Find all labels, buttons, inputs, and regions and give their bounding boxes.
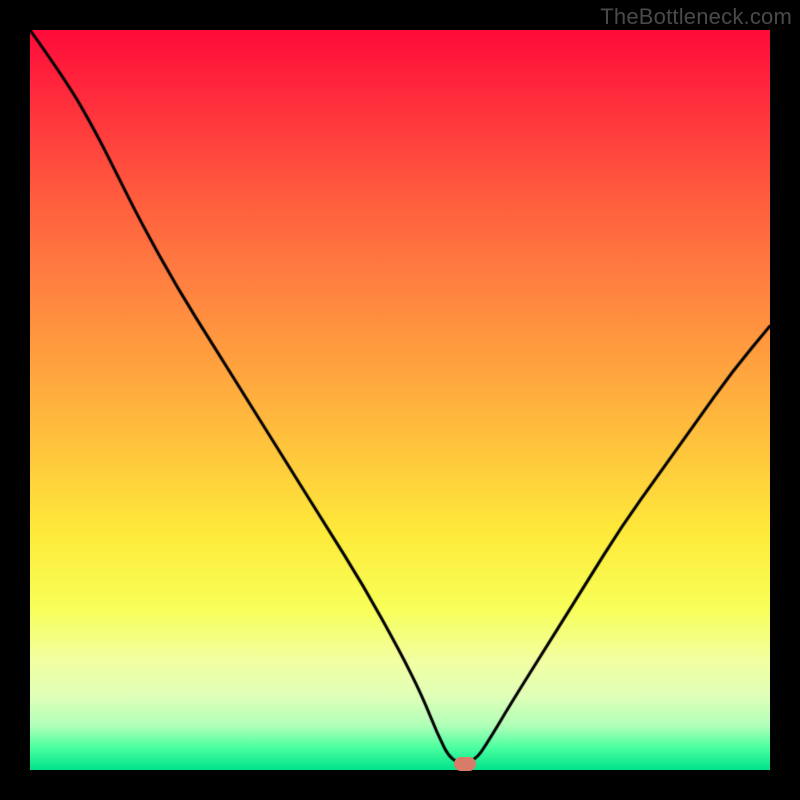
chart-frame: TheBottleneck.com (0, 0, 800, 800)
optimal-point-marker (454, 757, 476, 771)
plot-area (30, 30, 770, 770)
bottleneck-curve (30, 30, 770, 770)
watermark-text: TheBottleneck.com (600, 4, 792, 30)
